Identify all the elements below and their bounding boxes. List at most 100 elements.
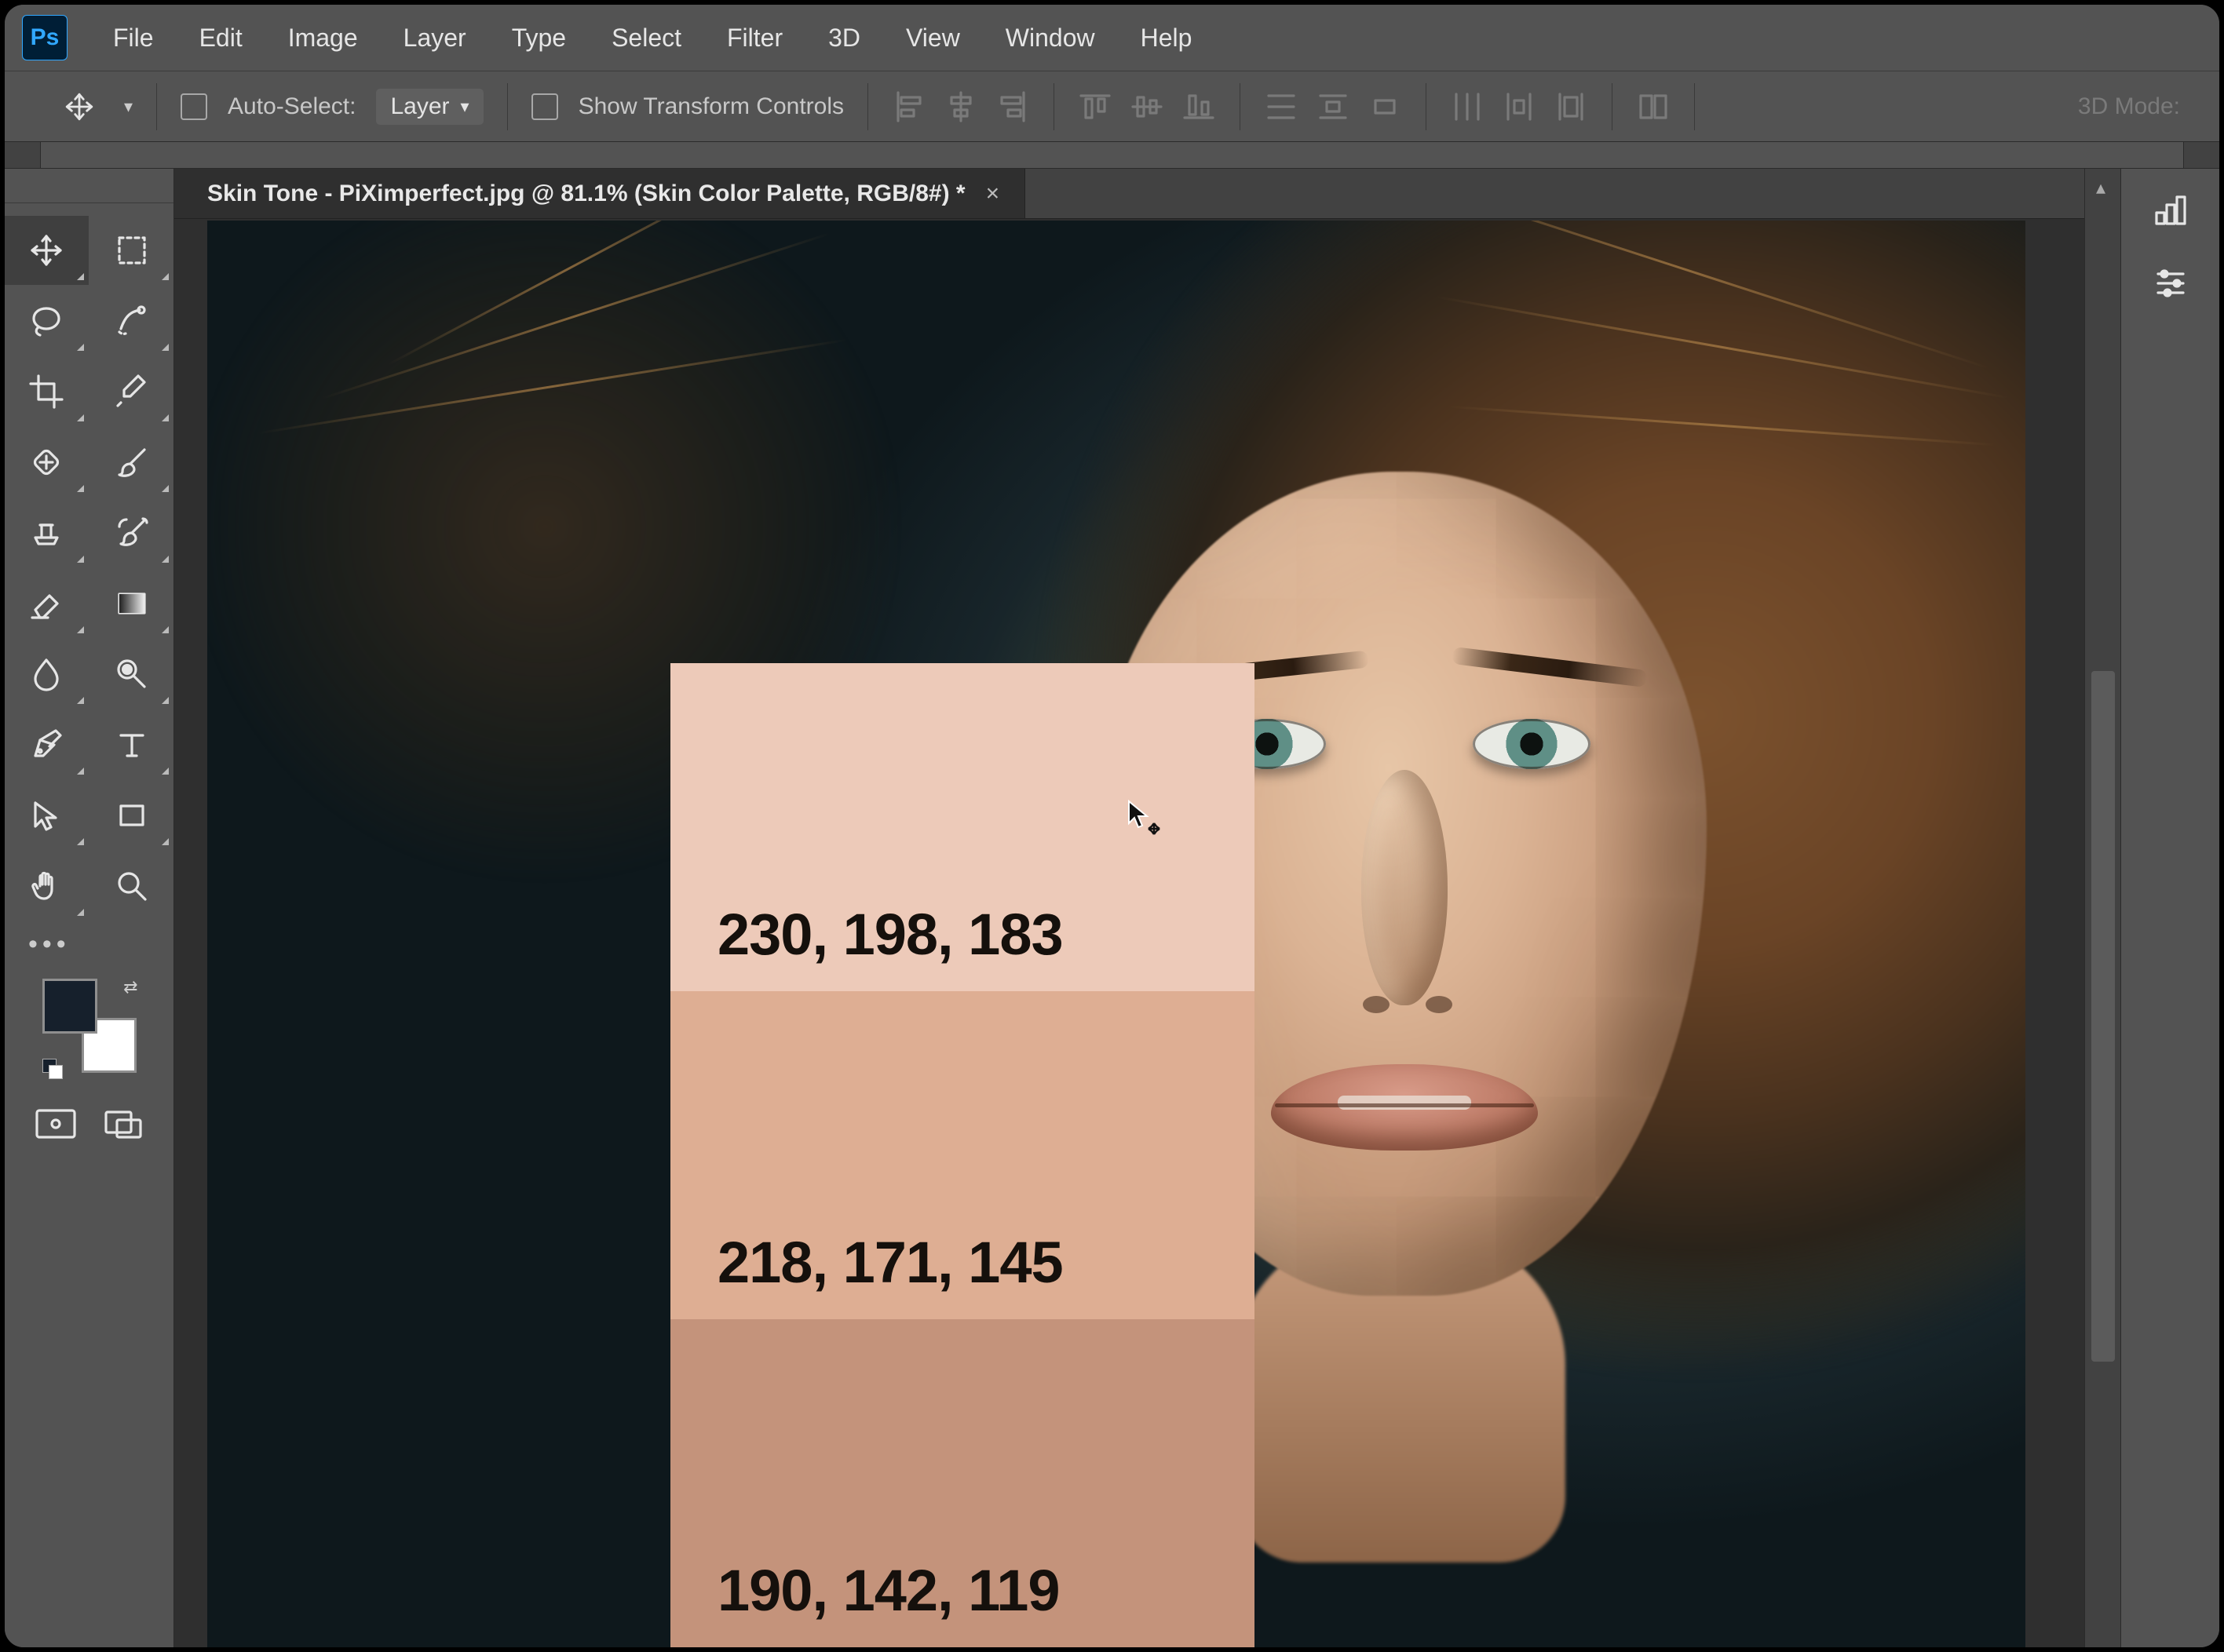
standard-screen-mode-icon[interactable] xyxy=(34,1106,78,1142)
separator xyxy=(507,83,508,130)
clone-stamp-tool[interactable] xyxy=(5,498,89,567)
panel-collapse-row xyxy=(5,142,2219,169)
3d-mode-label: 3D Mode: xyxy=(2078,93,2180,120)
scroll-up-icon[interactable]: ▴ xyxy=(2096,177,2105,199)
menu-type[interactable]: Type xyxy=(496,17,582,59)
foreground-color-swatch[interactable] xyxy=(42,979,97,1034)
align-vcenter-icon[interactable] xyxy=(1130,89,1164,124)
align-bottom-edges-icon[interactable] xyxy=(1181,89,1216,124)
hand-tool[interactable] xyxy=(5,852,89,921)
distribute-v2-icon[interactable] xyxy=(1502,89,1536,124)
close-tab-icon[interactable]: × xyxy=(986,181,1000,207)
menu-view[interactable]: View xyxy=(890,17,976,59)
zoom-tool[interactable] xyxy=(90,852,174,921)
menu-help[interactable]: Help xyxy=(1125,17,1208,59)
align-right-edges-icon[interactable] xyxy=(995,89,1030,124)
edit-toolbar-button[interactable]: ••• xyxy=(5,921,173,968)
quick-select-tool[interactable] xyxy=(90,286,174,356)
auto-select-label: Auto-Select: xyxy=(228,93,356,120)
path-select-tool[interactable] xyxy=(5,781,89,850)
workspace: ••• ⇄ Skin Tone - PiXimperfect.jpg @ 81.… xyxy=(5,169,2219,1647)
menu-select[interactable]: Select xyxy=(596,17,697,59)
rectangle-shape-tool[interactable] xyxy=(90,781,174,850)
document-tab-title: Skin Tone - PiXimperfect.jpg @ 81.1% (Sk… xyxy=(207,181,966,207)
palette-swatch-2: 218, 171, 145 xyxy=(670,991,1254,1319)
distribute-v1-icon[interactable] xyxy=(1450,89,1484,124)
image-content xyxy=(1426,996,1452,1013)
change-screen-mode-icon[interactable] xyxy=(101,1106,145,1142)
image-content xyxy=(1338,1096,1471,1110)
pen-tool[interactable] xyxy=(5,710,89,779)
distribute-hb-icon[interactable] xyxy=(1368,89,1402,124)
distribute-h-icon[interactable] xyxy=(1264,89,1298,124)
swap-colors-icon[interactable]: ⇄ xyxy=(123,977,137,997)
palette-swatch-1-label: 230, 198, 183 xyxy=(718,901,1063,968)
history-brush-tool[interactable] xyxy=(90,498,174,567)
brush-tool[interactable] xyxy=(90,428,174,497)
adjustments-panel-icon[interactable] xyxy=(2143,260,2198,307)
align-left-edges-icon[interactable] xyxy=(892,89,926,124)
toolbox-header xyxy=(5,188,173,203)
menu-filter[interactable]: Filter xyxy=(711,17,798,59)
auto-select-checkbox[interactable] xyxy=(181,93,207,120)
app-window: Ps File Edit Image Layer Type Select Fil… xyxy=(0,0,2224,1652)
canvas[interactable]: 230, 198, 183 218, 171, 145 190, 142, 11… xyxy=(207,221,2025,1647)
blur-tool[interactable] xyxy=(5,640,89,709)
marquee-tool[interactable] xyxy=(90,216,174,285)
document-tab-bar: Skin Tone - PiXimperfect.jpg @ 81.1% (Sk… xyxy=(174,169,2084,219)
image-content xyxy=(1473,719,1590,769)
auto-select-target-value: Layer xyxy=(390,93,449,120)
palette-swatch-3-label: 190, 142, 119 xyxy=(718,1557,1060,1624)
default-colors-icon[interactable] xyxy=(42,1059,63,1079)
scroll-thumb[interactable] xyxy=(2091,671,2115,1362)
align-hcenter-icon[interactable] xyxy=(944,89,978,124)
collapsed-panels xyxy=(2120,169,2219,1647)
document-area: Skin Tone - PiXimperfect.jpg @ 81.1% (Sk… xyxy=(174,169,2084,1647)
move-tool[interactable] xyxy=(5,216,89,285)
auto-align-icon[interactable] xyxy=(1636,89,1671,124)
eraser-tool[interactable] xyxy=(5,569,89,638)
color-panel-icon[interactable] xyxy=(2143,186,2198,233)
menu-3d[interactable]: 3D xyxy=(813,17,876,59)
align-vertical-group xyxy=(1078,89,1216,124)
align-edges-group xyxy=(892,89,1030,124)
chevron-down-icon: ▾ xyxy=(461,97,469,117)
align-top-edges-icon[interactable] xyxy=(1078,89,1112,124)
dodge-tool[interactable] xyxy=(90,640,174,709)
spot-heal-tool[interactable] xyxy=(5,428,89,497)
app-logo-icon: Ps xyxy=(22,15,68,60)
menu-image[interactable]: Image xyxy=(272,17,374,59)
eyedropper-tool[interactable] xyxy=(90,357,174,426)
menu-window[interactable]: Window xyxy=(990,17,1111,59)
auto-select-target-dropdown[interactable]: Layer ▾ xyxy=(376,89,483,125)
foreground-background-colors[interactable]: ⇄ xyxy=(42,979,137,1073)
palette-swatch-1: 230, 198, 183 xyxy=(670,663,1254,991)
show-transform-checkbox[interactable] xyxy=(531,93,558,120)
image-content xyxy=(1361,770,1448,1005)
collapse-right-panel-button[interactable] xyxy=(2183,142,2219,168)
options-bar: ▾ Auto-Select: Layer ▾ Show Transform Co… xyxy=(5,71,2219,142)
image-content xyxy=(1275,1103,1534,1107)
type-tool[interactable] xyxy=(90,710,174,779)
document-tab[interactable]: Skin Tone - PiXimperfect.jpg @ 81.1% (Sk… xyxy=(174,169,1025,218)
show-transform-label: Show Transform Controls xyxy=(579,93,844,120)
gradient-tool[interactable] xyxy=(90,569,174,638)
menu-edit[interactable]: Edit xyxy=(184,17,258,59)
menu-file[interactable]: File xyxy=(97,17,170,59)
menu-bar: Ps File Edit Image Layer Type Select Fil… xyxy=(5,5,2219,71)
distribute-v3-icon[interactable] xyxy=(1554,89,1588,124)
palette-swatch-3: 190, 142, 119 xyxy=(670,1319,1254,1647)
toolbox: ••• ⇄ xyxy=(5,169,174,1647)
skin-color-palette-layer[interactable]: 230, 198, 183 218, 171, 145 190, 142, 11… xyxy=(670,663,1254,1647)
vertical-scrollbar[interactable]: ▴ xyxy=(2084,169,2120,1647)
tool-preset-chevron-icon[interactable]: ▾ xyxy=(124,97,133,117)
crop-tool[interactable] xyxy=(5,357,89,426)
distribute-group xyxy=(1264,89,1402,124)
distribute-hc-icon[interactable] xyxy=(1316,89,1350,124)
current-tool-icon[interactable] xyxy=(60,87,99,126)
lasso-tool[interactable] xyxy=(5,286,89,356)
menu-layer[interactable]: Layer xyxy=(388,17,482,59)
canvas-viewport[interactable]: 230, 198, 183 218, 171, 145 190, 142, 11… xyxy=(174,219,2084,1647)
palette-swatch-2-label: 218, 171, 145 xyxy=(718,1229,1063,1296)
collapse-left-panel-button[interactable] xyxy=(5,142,41,168)
